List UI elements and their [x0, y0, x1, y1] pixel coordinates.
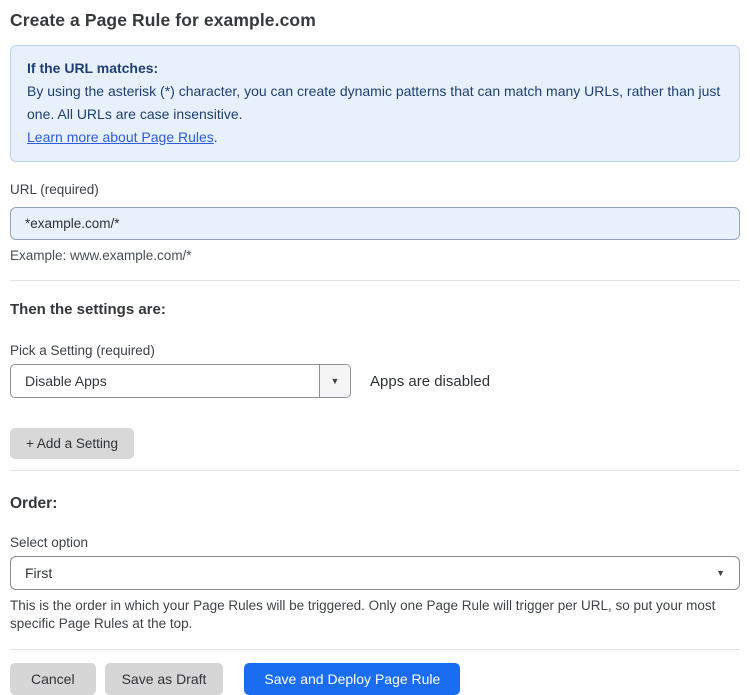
cancel-button[interactable]: Cancel	[10, 663, 96, 695]
order-select[interactable]: First ▼	[10, 556, 740, 590]
info-box-link-line: Learn more about Page Rules.	[27, 126, 723, 149]
pick-setting-label: Pick a Setting (required)	[10, 343, 155, 358]
caret-down-icon: ▼	[330, 375, 340, 386]
select-option-label: Select option	[10, 535, 89, 550]
setting-dropdown-value: Disable Apps	[25, 373, 107, 389]
settings-section-heading: Then the settings are:	[10, 301, 166, 318]
save-as-draft-button[interactable]: Save as Draft	[104, 663, 224, 695]
order-select-value: First	[25, 565, 53, 581]
url-label: URL (required)	[10, 182, 99, 197]
setting-row: Disable Apps ▼ Apps are disabled	[10, 364, 740, 398]
setting-dropdown-arrow-button[interactable]: ▼	[319, 365, 350, 397]
url-match-info-box: If the URL matches: By using the asteris…	[10, 45, 740, 162]
info-box-body: By using the asterisk (*) character, you…	[27, 80, 723, 126]
link-suffix: .	[213, 129, 218, 145]
order-helper-text: This is the order in which your Page Rul…	[10, 598, 716, 631]
add-setting-button[interactable]: + Add a Setting	[10, 428, 134, 459]
info-box-heading: If the URL matches:	[27, 60, 159, 76]
setting-status-text: Apps are disabled	[370, 372, 491, 390]
save-and-deploy-button[interactable]: Save and Deploy Page Rule	[244, 663, 461, 695]
footer-actions: Cancel Save as Draft Save and Deploy Pag…	[10, 663, 740, 695]
divider	[10, 470, 740, 471]
page-title: Create a Page Rule for example.com	[10, 10, 316, 30]
order-section-heading: Order:	[10, 495, 58, 512]
url-helper-text: Example: www.example.com/*	[10, 248, 192, 263]
divider	[10, 280, 740, 281]
setting-dropdown[interactable]: Disable Apps ▼	[10, 364, 351, 398]
learn-more-link[interactable]: Learn more about Page Rules	[27, 129, 214, 145]
divider	[10, 649, 740, 650]
caret-down-icon: ▼	[716, 567, 725, 578]
info-box-body-text: By using the asterisk (*) character, you…	[27, 83, 721, 122]
url-input[interactable]	[10, 207, 740, 240]
